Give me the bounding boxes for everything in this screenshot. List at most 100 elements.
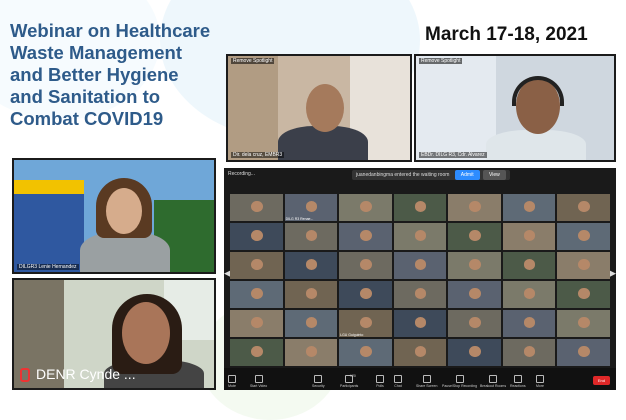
participant-figure [523, 258, 536, 270]
toolbar-button-reactions[interactable]: Reactions [510, 375, 526, 388]
participant-tile[interactable] [339, 281, 392, 308]
participant-grid: DILG R3 Renae... LGU Guiguinto [230, 194, 610, 366]
participant-figure [360, 258, 372, 270]
participant-figure [305, 258, 318, 270]
participant-figure [414, 287, 427, 299]
participant-tile[interactable] [557, 223, 610, 250]
participant-figure [578, 200, 591, 212]
participant-figure [578, 345, 591, 357]
toolbar-button-security[interactable]: Security [312, 375, 325, 388]
participant-tile[interactable] [393, 194, 447, 221]
gallery-top-bar: Recording... juanedanbingma entered the … [224, 168, 616, 182]
participant-tile[interactable] [393, 223, 447, 250]
participant-tile[interactable] [393, 310, 447, 337]
title-line: Combat COVID19 [10, 108, 164, 129]
toolbar-button-more[interactable]: More [536, 375, 544, 388]
participant-figure [360, 316, 372, 328]
remove-spotlight-button[interactable]: Remove Spotlight [231, 58, 275, 64]
toolbar-button-start-video[interactable]: Start Video [250, 375, 267, 388]
participant-figure [414, 345, 427, 357]
participant-tile[interactable] [339, 223, 392, 250]
view-button[interactable]: View [482, 170, 506, 180]
participant-figure [469, 345, 481, 357]
speaker-tile-top-left[interactable]: Remove Spotlight Dir. dela cruz, EMBR3 [226, 54, 412, 162]
participant-figure [414, 316, 427, 328]
participant-figure [578, 316, 591, 328]
speaker-tile-top-right[interactable]: Remove Spotlight EBDr. DILG R3, Cdr. Alv… [414, 54, 616, 162]
webinar-title: Webinar on Healthcare Waste Management a… [10, 20, 260, 130]
remove-spotlight-button[interactable]: Remove Spotlight [419, 58, 463, 64]
participant-figure [305, 200, 318, 212]
participant-tile[interactable] [448, 281, 501, 308]
participant-tile[interactable] [284, 339, 338, 366]
participant-tile[interactable] [230, 252, 283, 279]
participant-tile[interactable] [557, 194, 610, 221]
participant-tile[interactable] [284, 252, 338, 279]
participant-tile[interactable] [284, 223, 338, 250]
participant-figure [360, 345, 372, 357]
speaker-figure [122, 302, 170, 364]
participant-tile[interactable] [230, 194, 283, 221]
title-line: Waste Management [10, 42, 183, 63]
speaker-figure [306, 84, 344, 132]
participant-tile[interactable] [502, 281, 556, 308]
participant-tile[interactable] [502, 310, 556, 337]
participant-figure [469, 287, 481, 299]
toolbar-button-breakout-rooms[interactable]: Breakout Rooms [480, 375, 506, 388]
toolbar-button-polls[interactable]: Polls [376, 375, 384, 388]
participant-tile[interactable] [230, 223, 283, 250]
participant-tile[interactable] [339, 194, 392, 221]
participant-tile[interactable] [393, 252, 447, 279]
participant-tile[interactable] [557, 339, 610, 366]
admit-button[interactable]: Admit [454, 170, 480, 180]
participant-tile[interactable] [557, 310, 610, 337]
participant-tile[interactable] [557, 252, 610, 279]
participant-tile[interactable] [230, 310, 283, 337]
participant-tile[interactable]: LGU Guiguinto [339, 310, 392, 337]
end-meeting-button[interactable]: End [592, 376, 610, 385]
participant-tile[interactable] [393, 281, 447, 308]
participant-name-text: DENR Cynde ... [36, 365, 136, 382]
participant-tile[interactable] [502, 194, 556, 221]
participant-tile[interactable] [230, 339, 283, 366]
participant-tile[interactable] [502, 339, 556, 366]
speaker-figure [80, 232, 170, 272]
participant-tile[interactable] [393, 339, 447, 366]
title-line: and Better Hygiene [10, 64, 179, 85]
toolbar-label: Share Screen [416, 384, 438, 388]
toolbar-button-chat[interactable]: Chat [394, 375, 402, 388]
participant-tile[interactable] [339, 252, 392, 279]
toolbar-button-pause-stop-recording[interactable]: Pause/Stop Recording [442, 375, 477, 388]
participant-figure [251, 316, 263, 328]
speaker-tile-bottom-left[interactable]: DENR Cynde ... [12, 278, 216, 390]
participant-tile[interactable] [448, 223, 501, 250]
participant-figure [523, 229, 536, 241]
participant-figure [251, 345, 263, 357]
toolbar-button-mute[interactable]: Mute [228, 375, 236, 388]
participant-tile[interactable] [448, 194, 501, 221]
participant-tile[interactable]: DILG R3 Renae... [284, 194, 338, 221]
participant-figure [578, 229, 591, 241]
toolbar-label: Breakout Rooms [480, 384, 507, 388]
participant-figure [251, 287, 263, 299]
participant-tile[interactable] [448, 310, 501, 337]
participant-tile[interactable] [502, 252, 556, 279]
participant-tile[interactable] [230, 281, 283, 308]
participant-tile[interactable] [284, 310, 338, 337]
participant-figure [469, 316, 481, 328]
toolbar-icon [422, 375, 431, 383]
toolbar-icon [513, 375, 522, 383]
toolbar-button-share-screen[interactable]: Share Screen [416, 375, 437, 388]
toolbar-label: Pause/Stop Recording [442, 384, 478, 388]
participant-tile[interactable] [448, 339, 501, 366]
next-page-arrow[interactable]: ▶ [609, 268, 616, 279]
participant-tile[interactable] [339, 339, 392, 366]
participant-tile[interactable] [557, 281, 610, 308]
speaker-tile-mid-left[interactable]: DILGR3 Lenie Hernandez [12, 158, 216, 274]
participant-tile[interactable] [284, 281, 338, 308]
participant-tile[interactable] [448, 252, 501, 279]
participant-figure [523, 287, 536, 299]
toolbar-label: Polls [376, 384, 384, 388]
participant-tile[interactable] [502, 223, 556, 250]
participant-figure [414, 200, 427, 212]
